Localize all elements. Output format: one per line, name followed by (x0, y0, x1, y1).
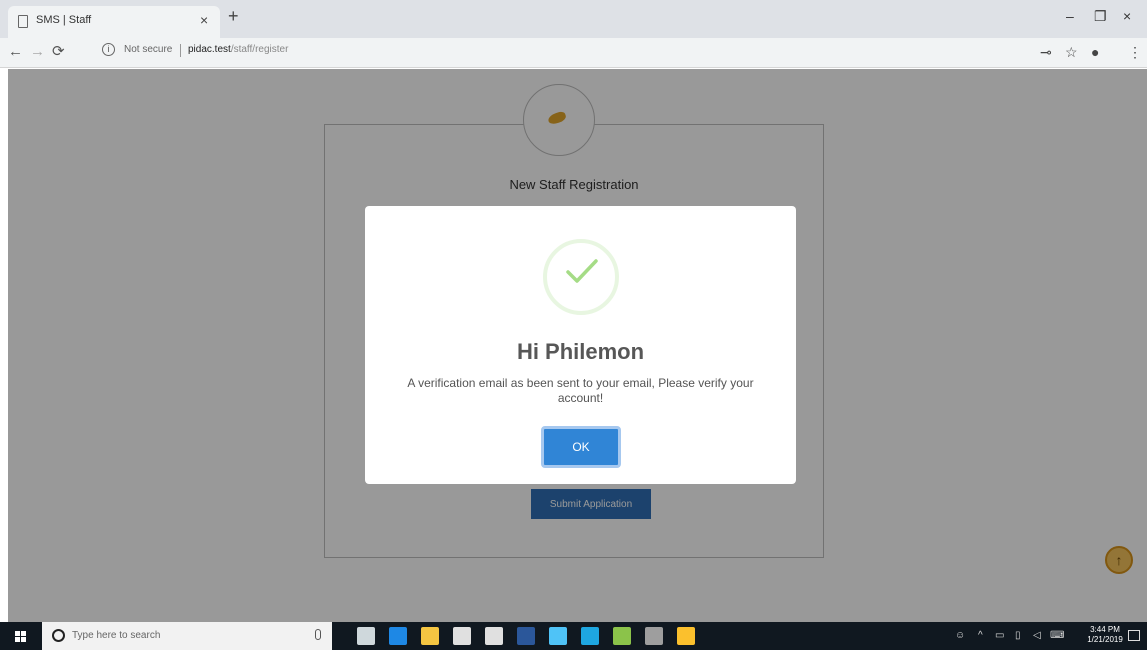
battery-icon[interactable]: ▯ (1015, 630, 1021, 641)
security-label: Not secure (124, 44, 173, 55)
mail-icon[interactable] (485, 627, 503, 645)
app-gray-icon[interactable] (645, 627, 663, 645)
taskbar-search-box[interactable]: Type here to search (42, 622, 332, 650)
app-green-icon[interactable] (613, 627, 631, 645)
dialog-message: A verification email as been sent to you… (407, 376, 754, 405)
taskbar-clock[interactable]: 3:44 PM 1/21/2019 (1085, 625, 1125, 645)
menu-icon[interactable]: ⋮ (1128, 44, 1142, 60)
browser-toolbar: ← → ⟳ i Not secure pidac.test/staff/regi… (0, 38, 1147, 68)
bookmark-star-icon[interactable]: ☆ (1065, 44, 1078, 60)
minimize-icon[interactable]: – (1066, 8, 1074, 24)
tab-close-icon[interactable]: × (200, 12, 208, 28)
success-dialog: Hi Philemon A verification email as been… (365, 206, 796, 484)
clock-date: 1/21/2019 (1087, 635, 1123, 644)
address-bar[interactable]: i Not secure pidac.test/staff/register (96, 41, 1016, 63)
task-view-icon[interactable] (357, 627, 375, 645)
reload-icon[interactable]: ⟳ (52, 43, 65, 61)
checkmark-icon (566, 259, 598, 283)
store-icon[interactable] (453, 627, 471, 645)
word-icon[interactable] (517, 627, 535, 645)
network-icon[interactable]: ▭ (995, 630, 1004, 641)
browser-tab[interactable]: SMS | Staff × (8, 6, 220, 38)
key-icon[interactable]: ⊸ (1040, 44, 1052, 60)
info-icon[interactable]: i (102, 43, 115, 56)
account-icon[interactable]: ● (1091, 44, 1099, 60)
url-host: pidac.test (188, 44, 231, 55)
back-icon[interactable]: ← (8, 43, 23, 61)
url-text[interactable]: pidac.test/staff/register (188, 44, 288, 55)
ok-button[interactable]: OK (541, 426, 621, 468)
omnibox-divider (180, 44, 181, 57)
microphone-icon[interactable] (315, 629, 321, 640)
cortana-icon (52, 629, 65, 642)
dialog-title: Hi Philemon (516, 339, 645, 364)
windows-taskbar: Type here to search ☺ ^ ▭ ▯ ◁ ⌨ 3:44 PM … (0, 622, 1147, 650)
search-placeholder: Type here to search (72, 630, 161, 641)
url-path: /staff/register (230, 44, 289, 55)
tab-title: SMS | Staff (36, 14, 92, 26)
page-icon (18, 15, 28, 28)
edge-icon[interactable] (389, 627, 407, 645)
chrome-icon[interactable] (677, 627, 695, 645)
language-icon[interactable]: ⌨ (1050, 630, 1064, 641)
new-tab-button[interactable]: + (228, 6, 239, 26)
people-icon[interactable]: ☺ (955, 630, 965, 641)
success-icon-ring (543, 239, 619, 315)
close-window-icon[interactable]: × (1123, 8, 1131, 24)
tray-chevron-icon[interactable]: ^ (978, 630, 983, 641)
clock-time: 3:44 PM (1090, 625, 1120, 634)
file-explorer-icon[interactable] (421, 627, 439, 645)
restore-icon[interactable]: ❐ (1094, 8, 1107, 25)
app-blue-icon[interactable] (581, 627, 599, 645)
photos-icon[interactable] (549, 627, 567, 645)
action-center-icon[interactable] (1128, 630, 1140, 641)
screen: SMS | Staff × + – ❐ × ← → ⟳ i Not secure… (0, 0, 1147, 650)
browser-tabstrip: SMS | Staff × + – ❐ × (0, 0, 1147, 38)
windows-start-icon[interactable] (15, 631, 26, 642)
volume-icon[interactable]: ◁ (1033, 630, 1041, 641)
forward-icon[interactable]: → (30, 43, 45, 61)
